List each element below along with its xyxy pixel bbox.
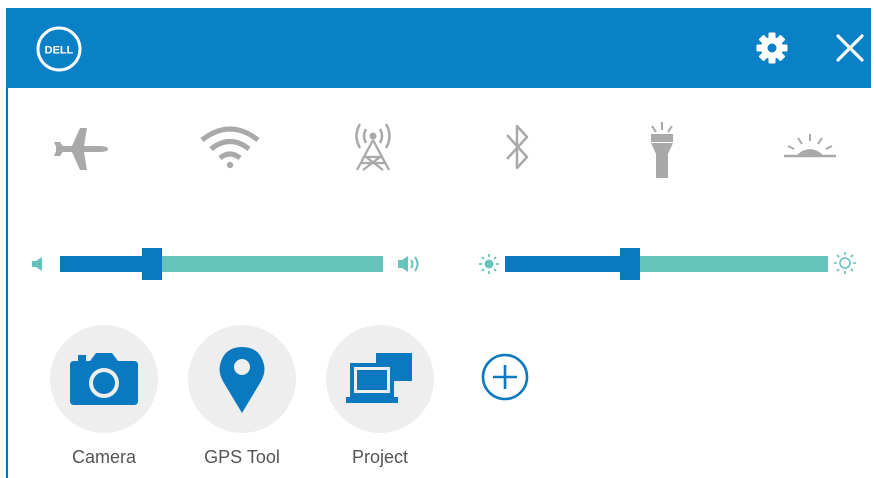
brightness-low-icon: [478, 253, 500, 280]
cell-tower-icon: [355, 123, 391, 171]
mobile-broadband-toggle[interactable]: [333, 110, 413, 186]
volume-slider-thumb[interactable]: [142, 248, 162, 280]
brightness-high-icon: [833, 251, 857, 280]
display-dim-toggle[interactable]: [770, 110, 850, 186]
title-bar: DELL: [6, 8, 871, 88]
app-project-label: Project: [351, 447, 409, 467]
volume-low-icon: [30, 256, 48, 277]
dell-logo: DELL: [36, 26, 82, 72]
volume-high-icon: [397, 254, 423, 279]
app-camera-label: Camera: [71, 447, 137, 467]
app-gps-tool[interactable]: GPS Tool: [186, 325, 298, 468]
wifi-toggle[interactable]: [190, 110, 270, 186]
logo-text: DELL: [45, 45, 74, 57]
volume-track: [152, 256, 383, 272]
brightness-slider-thumb[interactable]: [620, 248, 640, 280]
app-camera[interactable]: Camera: [48, 325, 160, 468]
bluetooth-icon: [506, 124, 529, 170]
airplane-mode-toggle[interactable]: [42, 110, 122, 186]
camera-icon: [70, 353, 138, 405]
app-gps-tool-circle: [188, 325, 296, 433]
map-pin-icon: [219, 347, 265, 413]
app-camera-circle: [50, 325, 158, 433]
sunrise-icon: [784, 134, 836, 158]
brightness-slider[interactable]: [505, 243, 828, 283]
add-shortcut-button[interactable]: [480, 352, 530, 402]
bluetooth-toggle[interactable]: [476, 110, 556, 186]
volume-slider[interactable]: [60, 243, 383, 283]
brightness-track: [630, 256, 828, 272]
wifi-icon: [200, 126, 260, 169]
window-left-border: [6, 88, 8, 478]
gear-icon[interactable]: [752, 28, 792, 68]
app-project-circle: [326, 325, 434, 433]
close-icon[interactable]: [830, 28, 870, 68]
volume-track-fill: [60, 256, 152, 272]
app-gps-tool-label: GPS Tool: [204, 447, 280, 467]
plus-circle-icon: [481, 353, 529, 401]
flashlight-icon: [651, 122, 673, 178]
project-icon: [346, 353, 412, 403]
flashlight-toggle[interactable]: [622, 110, 702, 186]
brightness-track-fill: [505, 256, 630, 272]
app-project[interactable]: Project: [324, 325, 436, 468]
airplane-icon: [54, 128, 108, 170]
